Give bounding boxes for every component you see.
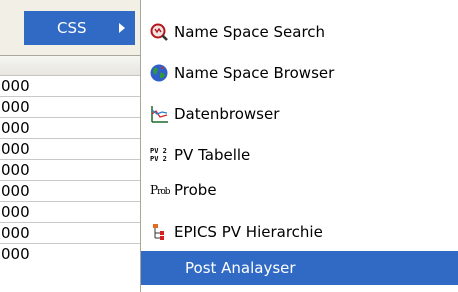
magnifier-search-icon bbox=[150, 23, 168, 41]
table-header bbox=[0, 55, 140, 76]
table-row: 000 bbox=[0, 223, 140, 244]
hierarchy-icon bbox=[150, 223, 168, 241]
menu-item-pv-tabelle[interactable]: PV 2 PV 2 PV Tabelle bbox=[141, 137, 458, 173]
css-submenu: Name Space Search Name Space Browser Dat… bbox=[140, 0, 458, 292]
menu-item-name-space-search[interactable]: Name Space Search bbox=[141, 14, 458, 50]
menu-item-css[interactable]: CSS bbox=[24, 11, 135, 45]
menu-item-label: PV Tabelle bbox=[174, 146, 251, 164]
parent-menu: CSS bbox=[0, 0, 143, 56]
line-chart-icon bbox=[150, 105, 168, 123]
probe-icon: Prob bbox=[150, 183, 171, 197]
globe-icon bbox=[150, 64, 168, 82]
menu-item-datenbrowser[interactable]: Datenbrowser bbox=[141, 96, 458, 132]
background-table: 000 000 000 000 000 000 000 000 000 bbox=[0, 76, 140, 292]
menu-item-epics-pv-hierarchie[interactable]: EPICS PV Hierarchie bbox=[141, 214, 458, 250]
menu-item-label: CSS bbox=[57, 19, 87, 37]
menu-item-post-analayser[interactable]: Post Analayser bbox=[141, 251, 458, 285]
menu-item-label: Name Space Search bbox=[174, 23, 326, 41]
table-row: 000 bbox=[0, 160, 140, 181]
table-row: 000 bbox=[0, 139, 140, 160]
menu-item-label: Datenbrowser bbox=[174, 105, 280, 123]
pv-table-icon: PV 2 PV 2 bbox=[150, 147, 167, 163]
table-row: 000 bbox=[0, 118, 140, 139]
menu-item-label: Name Space Browser bbox=[174, 64, 335, 82]
table-row: 000 bbox=[0, 181, 140, 202]
menu-item-label: EPICS PV Hierarchie bbox=[174, 223, 323, 241]
submenu-arrow-icon bbox=[119, 23, 125, 33]
menu-item-name-space-browser[interactable]: Name Space Browser bbox=[141, 55, 458, 91]
menu-item-probe[interactable]: Prob Probe bbox=[141, 172, 458, 208]
table-row: 000 bbox=[1, 245, 30, 263]
table-row: 000 bbox=[0, 97, 140, 118]
menu-item-label: Probe bbox=[174, 181, 217, 199]
table-row: 000 bbox=[0, 76, 140, 97]
table-row: 000 bbox=[0, 202, 140, 223]
menu-item-label: Post Analayser bbox=[185, 259, 296, 277]
